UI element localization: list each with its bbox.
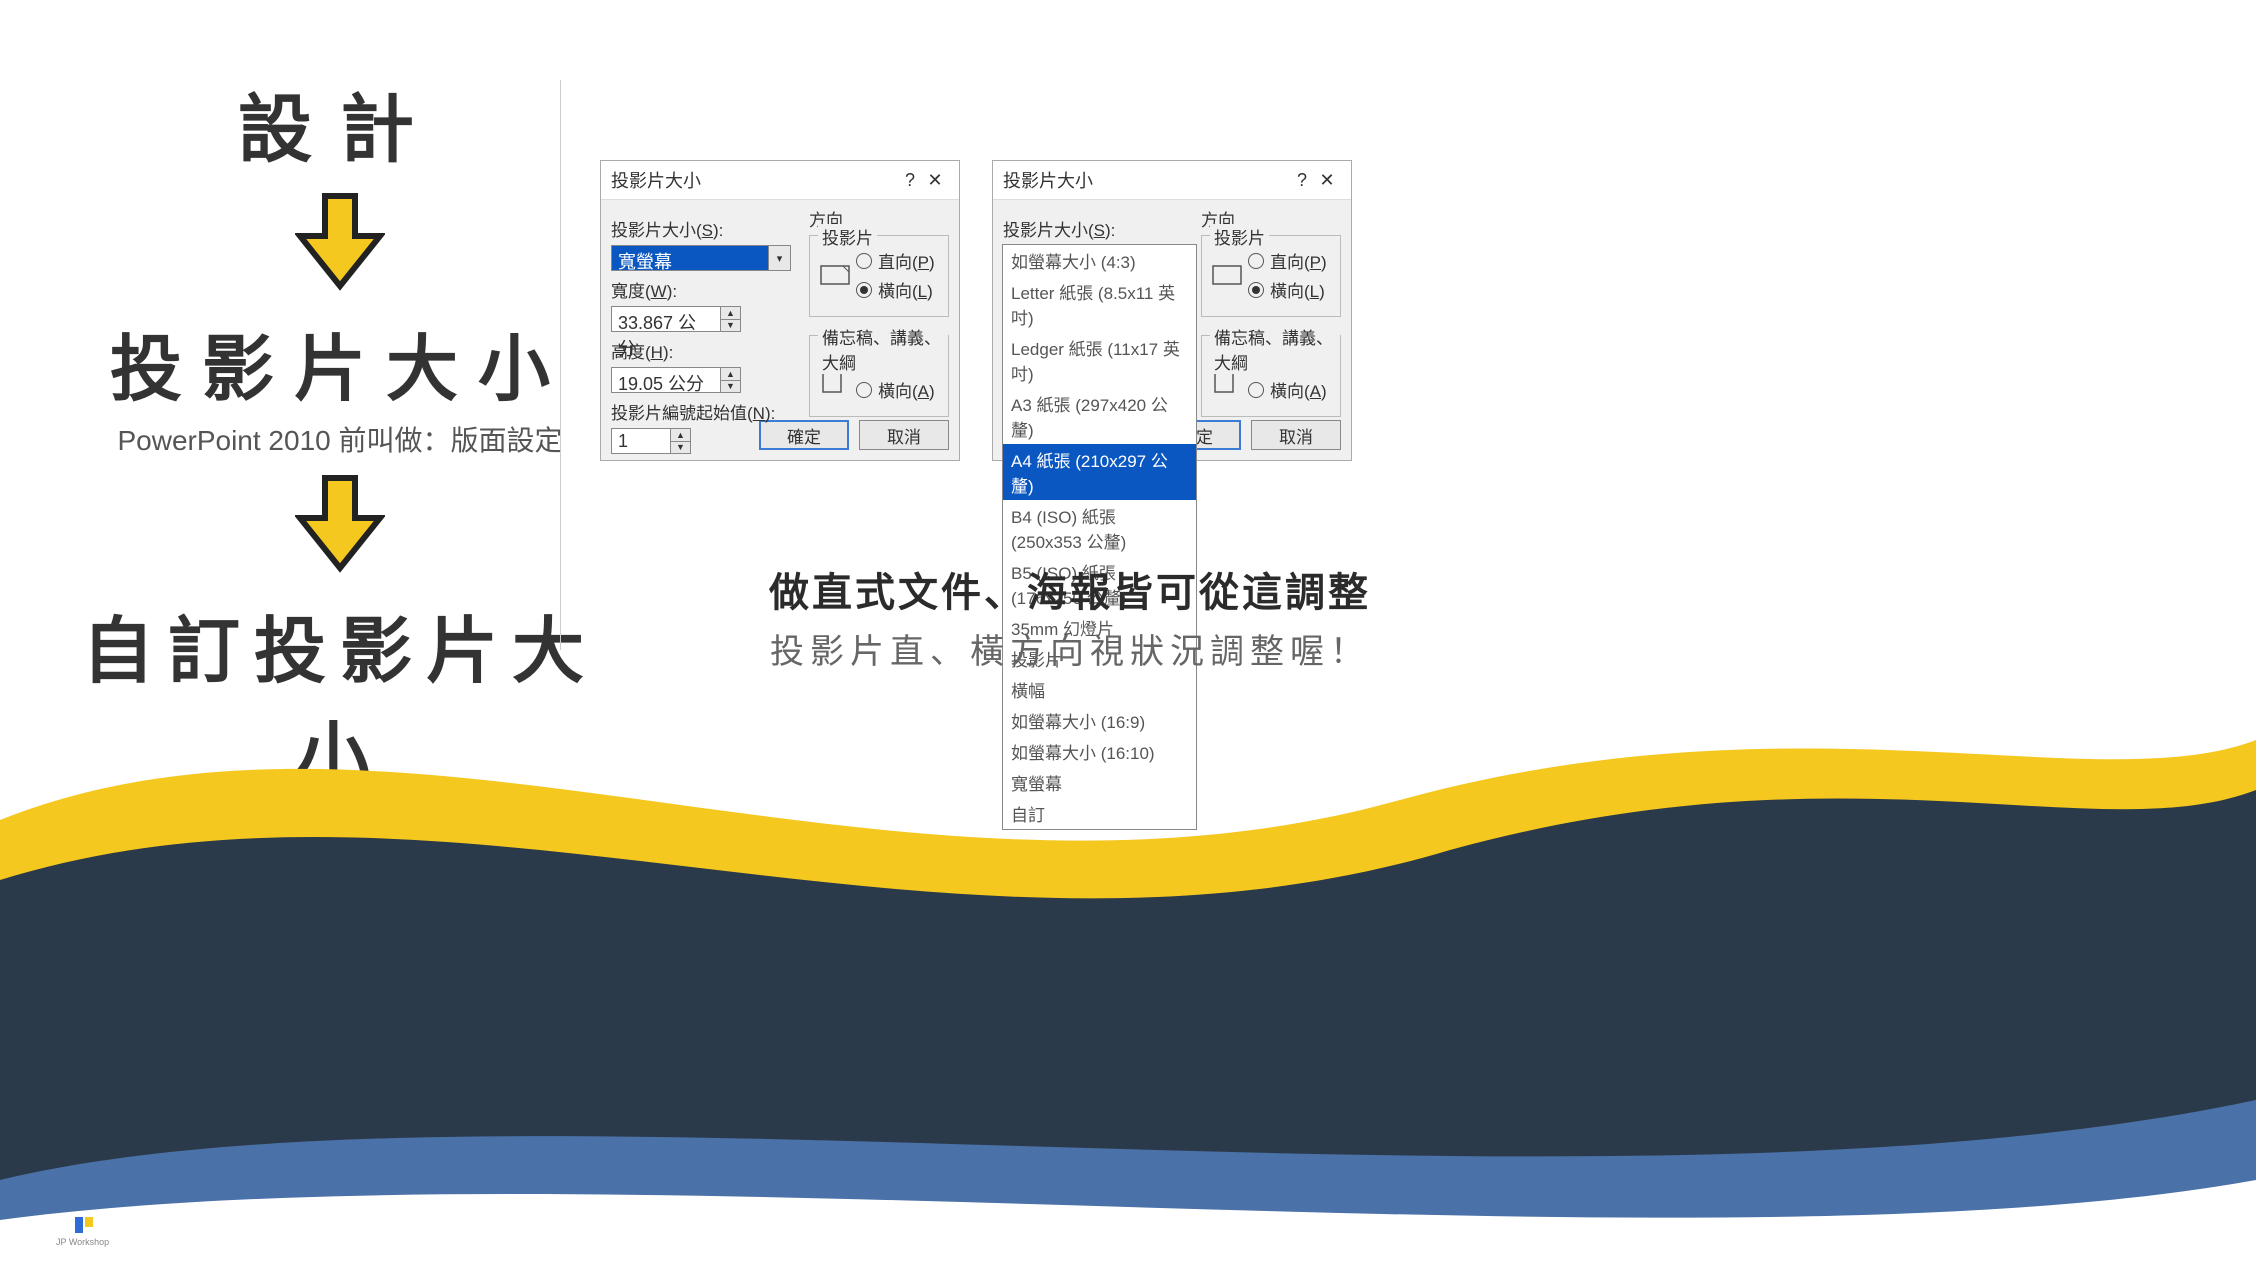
slides-group-title: 投影片	[1210, 224, 1269, 249]
slides-landscape-radio[interactable]: 橫向(L)	[856, 277, 935, 302]
notes-orientation-group: 備忘稿、講義、大綱 直向(O) 橫向(A)	[1201, 335, 1341, 417]
cancel-button[interactable]: 取消	[859, 420, 949, 450]
dropdown-option[interactable]: A3 紙張 (297x420 公釐)	[1003, 388, 1196, 444]
spinner-up-icon[interactable]: ▲	[721, 368, 740, 381]
dropdown-option[interactable]: Letter 紙張 (8.5x11 英吋)	[1003, 276, 1196, 332]
notes-landscape-radio[interactable]: 橫向(A)	[856, 377, 937, 402]
close-button[interactable]: ✕	[1313, 170, 1341, 191]
spinner-down-icon[interactable]: ▼	[671, 442, 690, 454]
size-combobox[interactable]: 寬螢幕 ▾	[611, 245, 791, 271]
dropdown-option[interactable]: B4 (ISO) 紙張 (250x353 公釐)	[1003, 500, 1196, 556]
logo: JP Workshop	[56, 1213, 109, 1247]
width-spinner[interactable]: 33.867 公分 ▲▼	[611, 306, 741, 332]
step-2-subtitle: PowerPoint 2010 前叫做：版面設定	[80, 419, 600, 459]
notes-orientation-group: 備忘稿、講義、大綱 直向(O) 橫向(A)	[809, 335, 949, 417]
size-label: 投影片大小(S):	[611, 216, 811, 241]
wave-decoration	[0, 680, 2256, 1270]
help-button[interactable]: ?	[899, 170, 921, 191]
dialog-title: 投影片大小	[1003, 167, 1291, 193]
height-spinner[interactable]: 19.05 公分 ▲▼	[611, 367, 741, 393]
slides-portrait-radio[interactable]: 直向(P)	[856, 248, 935, 273]
arrow-icon-2	[80, 473, 600, 578]
dialog-titlebar: 投影片大小 ? ✕	[601, 161, 959, 200]
numstart-value: 1	[612, 429, 670, 453]
dropdown-option[interactable]: 如螢幕大小 (4:3)	[1003, 245, 1196, 276]
arrow-icon-1	[80, 191, 600, 296]
spinner-down-icon[interactable]: ▼	[721, 381, 740, 393]
caption-line-2: 投影片直、橫方向視狀況調整喔！	[710, 624, 1430, 673]
numstart-label: 投影片編號起始值(N):	[611, 399, 811, 424]
step-2-title: 投影片大小	[80, 310, 600, 415]
caption: 做直式文件、海報皆可從這調整 投影片直、橫方向視狀況調整喔！	[710, 560, 1430, 673]
dropdown-option[interactable]: A4 紙張 (210x297 公釐)	[1003, 444, 1196, 500]
chevron-down-icon[interactable]: ▾	[768, 246, 790, 270]
spinner-down-icon[interactable]: ▼	[721, 320, 740, 332]
help-button[interactable]: ?	[1291, 170, 1313, 191]
height-label: 高度(H):	[611, 338, 811, 363]
close-button[interactable]: ✕	[921, 170, 949, 191]
landscape-page-icon	[820, 263, 850, 287]
dialog-title: 投影片大小	[611, 167, 899, 193]
spinner-up-icon[interactable]: ▲	[721, 307, 740, 320]
slides-orientation-group: 投影片 直向(P) 橫向(L)	[809, 235, 949, 317]
slide-size-dialog-1: 投影片大小 ? ✕ 投影片大小(S): 寬螢幕 ▾ 寬度(W): 33.867 …	[600, 160, 960, 461]
cancel-button[interactable]: 取消	[1251, 420, 1341, 450]
width-label: 寬度(W):	[611, 277, 811, 302]
landscape-page-icon	[1212, 263, 1242, 287]
dialog-titlebar: 投影片大小 ? ✕	[993, 161, 1351, 200]
size-label: 投影片大小(S):	[1003, 216, 1203, 241]
notes-group-title: 備忘稿、講義、大綱	[1210, 324, 1340, 374]
step-1-title: 設計	[80, 70, 600, 177]
slides-landscape-radio[interactable]: 橫向(L)	[1248, 277, 1327, 302]
divider	[560, 80, 561, 650]
notes-group-title: 備忘稿、講義、大綱	[818, 324, 948, 374]
width-value: 33.867 公分	[612, 307, 720, 331]
caption-line-1: 做直式文件、海報皆可從這調整	[710, 560, 1430, 618]
notes-landscape-radio[interactable]: 橫向(A)	[1248, 377, 1329, 402]
slides-orientation-group: 投影片 直向(P) 橫向(L)	[1201, 235, 1341, 317]
slides-portrait-radio[interactable]: 直向(P)	[1248, 248, 1327, 273]
logo-icon	[71, 1213, 95, 1237]
dropdown-option[interactable]: Ledger 紙張 (11x17 英吋)	[1003, 332, 1196, 388]
size-selected: 寬螢幕	[612, 246, 768, 270]
logo-text: JP Workshop	[56, 1237, 109, 1247]
spinner-up-icon[interactable]: ▲	[671, 429, 690, 442]
numstart-spinner[interactable]: 1 ▲▼	[611, 428, 691, 454]
slides-group-title: 投影片	[818, 224, 877, 249]
height-value: 19.05 公分	[612, 368, 720, 392]
